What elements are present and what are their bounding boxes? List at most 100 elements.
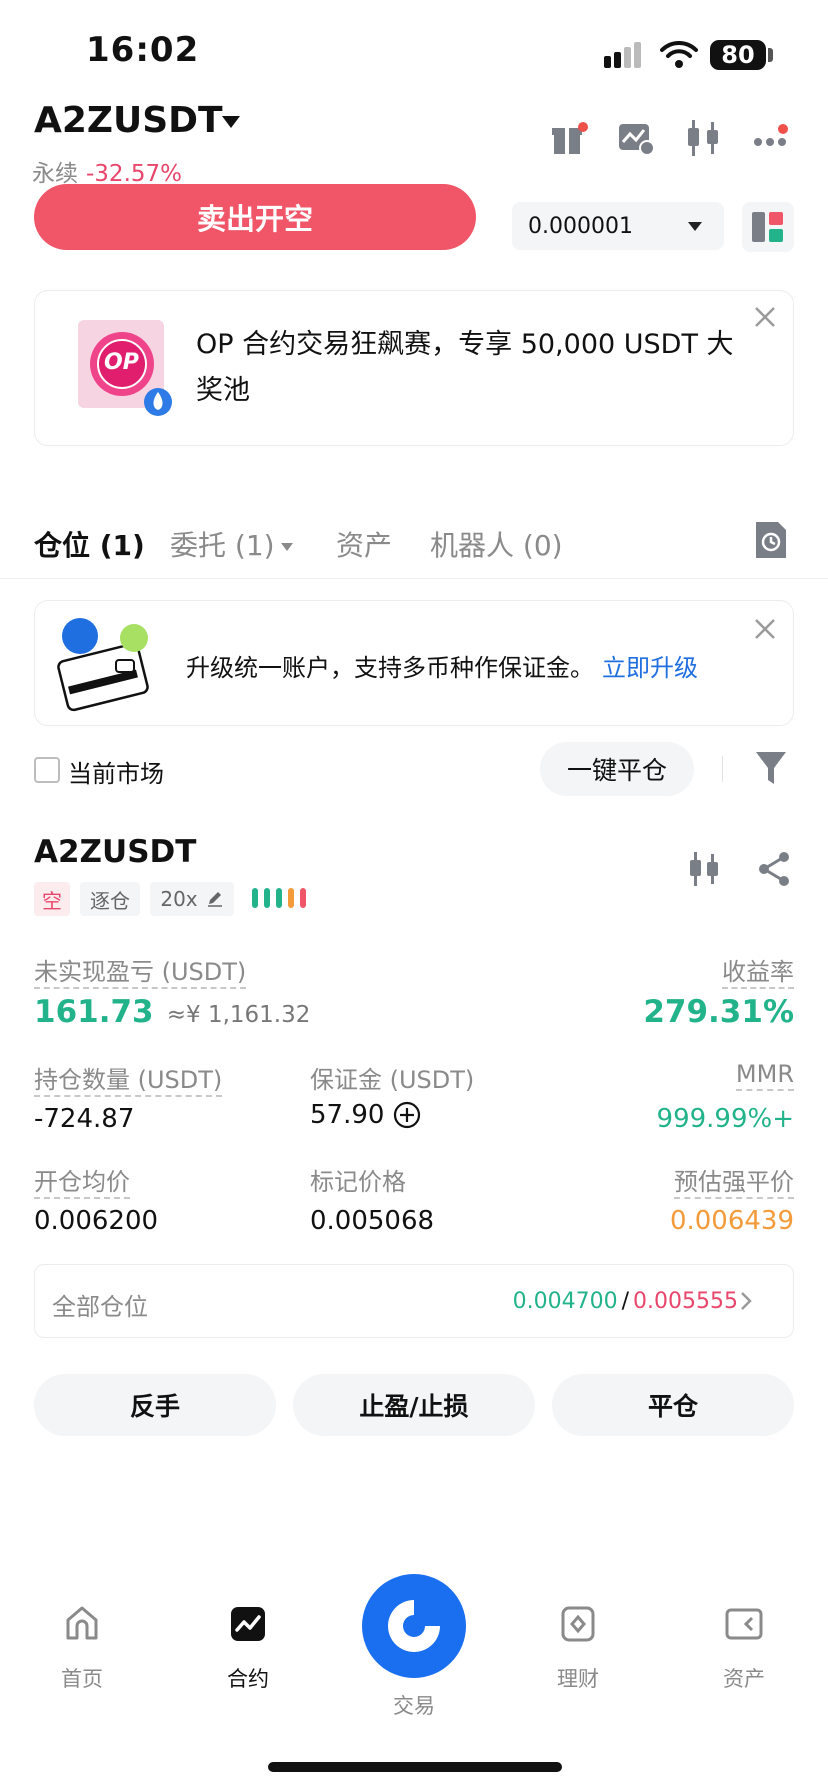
gift-icon[interactable]: [548, 118, 588, 158]
position-symbol[interactable]: A2ZUSDT: [34, 834, 196, 870]
promo-text[interactable]: OP 合约交易狂飙赛，专享 50,000 USDT 大奖池: [196, 322, 736, 414]
orderbook-layout-button[interactable]: [742, 202, 794, 252]
share-icon[interactable]: [756, 850, 792, 888]
tab-orders-label: 委托 (1): [170, 529, 275, 562]
filter-icon[interactable]: [754, 750, 788, 786]
margin-mode-badge: 逐仓: [80, 882, 140, 916]
home-icon: [66, 1606, 98, 1640]
entry-value: 0.006200: [34, 1206, 159, 1236]
take-profit-value: 0.004700: [512, 1289, 618, 1314]
size-label-text: 持仓数量 (USDT): [34, 1066, 223, 1097]
nav-home-label: 首页: [61, 1667, 103, 1691]
unrealized-pnl-label-text: 未实现盈亏 (USDT): [34, 958, 247, 989]
chart-settings-icon[interactable]: [616, 118, 656, 158]
nav-assets[interactable]: 资产: [684, 1604, 804, 1693]
edit-icon: [207, 892, 222, 907]
status-time: 16:02: [86, 30, 200, 70]
nav-trade[interactable]: 交易: [354, 1690, 474, 1720]
mmr-label: MMR: [735, 1060, 794, 1091]
close-all-button[interactable]: 一键平仓: [540, 742, 694, 796]
tpsl-values: 0.004700/0.005555: [513, 1289, 738, 1314]
upgrade-text: 升级统一账户，支持多币种作保证金。 立即升级: [186, 648, 698, 683]
tab-orders[interactable]: 委托 (1): [170, 524, 293, 564]
tpsl-button[interactable]: 止盈/止损: [293, 1374, 535, 1436]
nav-home[interactable]: 首页: [22, 1604, 142, 1693]
close-icon[interactable]: [752, 616, 778, 642]
wifi-icon: [660, 40, 698, 68]
nav-futures-label: 合约: [227, 1667, 269, 1691]
side-badge: 空: [34, 882, 70, 916]
candlestick-icon[interactable]: [684, 118, 724, 158]
mark-label: 标记价格: [310, 1168, 406, 1196]
tab-positions[interactable]: 仓位 (1): [34, 524, 145, 564]
chevron-down-icon: [688, 222, 702, 231]
all-positions-label: 全部仓位: [52, 1293, 148, 1321]
symbol-title[interactable]: A2ZUSDT: [34, 100, 223, 141]
battery-tip: [768, 48, 773, 62]
nav-assets-label: 资产: [723, 1667, 765, 1691]
chevron-down-icon: [280, 543, 293, 551]
symbol-subline: 永续 -32.57%: [32, 154, 182, 188]
tpsl-separator: /: [621, 1289, 630, 1314]
divider: [722, 756, 723, 782]
signal-icon: [604, 42, 641, 68]
roe-value: 279.31%: [643, 994, 794, 1030]
nav-earn-label: 理财: [557, 1667, 599, 1691]
risk-level-indicator: [252, 888, 306, 908]
unrealized-pnl: 161.73 ≈¥ 1,161.32: [34, 994, 310, 1030]
close-icon[interactable]: [752, 304, 778, 330]
wallet-illustration-icon: [57, 618, 149, 712]
tab-assets[interactable]: 资产: [336, 524, 392, 564]
mark-value: 0.005068: [310, 1206, 435, 1236]
liq-value: 0.006439: [669, 1206, 794, 1236]
upgrade-link[interactable]: 立即升级: [602, 654, 698, 682]
liq-label: 预估强平价: [674, 1162, 794, 1199]
tick-size-value: 0.000001: [528, 213, 633, 239]
chevron-right-icon: [741, 1292, 752, 1310]
leverage-value: 20x: [160, 887, 198, 911]
symbol-dropdown-icon[interactable]: [222, 116, 240, 128]
op-logo-text: OP: [104, 350, 139, 375]
sell-short-button[interactable]: 卖出开空: [34, 184, 476, 250]
current-market-checkbox[interactable]: [34, 757, 60, 783]
op-promo-logo: OP: [78, 320, 172, 416]
nav-earn[interactable]: 理财: [518, 1604, 638, 1693]
history-icon[interactable]: [754, 520, 788, 560]
battery-icon: 80: [710, 40, 766, 70]
futures-icon: [231, 1607, 265, 1641]
margin-label: 保证金 (USDT): [310, 1066, 475, 1094]
home-indicator: [268, 1762, 562, 1772]
upgrade-message: 升级统一账户，支持多币种作保证金。: [186, 654, 594, 682]
mmr-value: 999.99%+: [656, 1104, 794, 1134]
liq-label-text: 预估强平价: [674, 1168, 794, 1199]
margin-value-group: 57.90: [310, 1100, 422, 1130]
entry-label: 开仓均价: [34, 1162, 130, 1199]
earn-icon: [561, 1606, 595, 1642]
roe-label: 收益率: [722, 952, 794, 989]
reverse-button[interactable]: 反手: [34, 1374, 276, 1436]
unrealized-pnl-label: 未实现盈亏 (USDT): [34, 952, 247, 989]
mmr-label-text: MMR: [735, 1060, 794, 1091]
leverage-badge[interactable]: 20x: [150, 882, 234, 916]
entry-label-text: 开仓均价: [34, 1168, 130, 1199]
size-label: 持仓数量 (USDT): [34, 1060, 223, 1097]
more-icon[interactable]: [752, 118, 792, 158]
wallet-icon: [725, 1608, 763, 1640]
tab-divider: [0, 578, 828, 579]
add-margin-icon[interactable]: [392, 1100, 422, 1130]
margin-value: 57.90: [310, 1100, 385, 1130]
candlestick-icon[interactable]: [686, 850, 722, 888]
trade-icon: [388, 1600, 440, 1652]
nav-futures[interactable]: 合约: [188, 1604, 308, 1693]
tick-size-select[interactable]: 0.000001: [512, 202, 724, 250]
tab-bots[interactable]: 机器人 (0): [430, 524, 563, 564]
close-position-button[interactable]: 平仓: [552, 1374, 794, 1436]
unrealized-pnl-cny: ≈¥ 1,161.32: [166, 1002, 311, 1028]
current-market-label[interactable]: 当前市场: [68, 754, 164, 789]
roe-label-text: 收益率: [722, 958, 794, 989]
size-value: -724.87: [34, 1104, 135, 1134]
stop-loss-value: 0.005555: [633, 1289, 738, 1314]
layout-icon: [752, 212, 783, 242]
unrealized-pnl-value: 161.73: [34, 994, 154, 1030]
trade-fab-button[interactable]: [362, 1574, 466, 1678]
